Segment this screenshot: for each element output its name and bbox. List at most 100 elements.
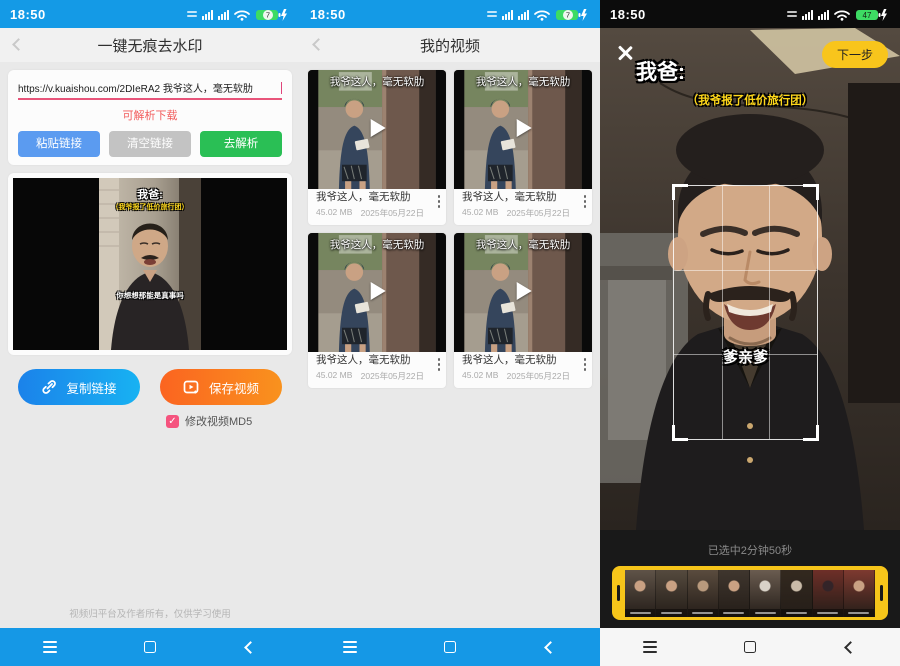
link-icon [41, 379, 57, 395]
crop-frame[interactable]: 爹亲爹 [673, 185, 818, 440]
charging-bolt-icon [281, 9, 287, 21]
video-card[interactable]: 我爷这人，毫无软肋 我爷这人，毫无软肋 45.02 MB 2025年05月22日 [454, 233, 592, 388]
menu-icon [43, 641, 57, 652]
back-arrow-icon [844, 641, 857, 654]
trim-handle-right[interactable] [880, 585, 883, 601]
timeline-frames [625, 570, 875, 617]
selected-duration-label: 已选中2分钟50秒 [600, 530, 900, 558]
close-icon[interactable] [616, 44, 634, 62]
nav-back-button[interactable] [500, 643, 600, 652]
nav-back-button[interactable] [200, 643, 300, 652]
page-title: 我的视频 [420, 35, 480, 56]
nav-menu-button[interactable] [0, 641, 100, 652]
app-header: 一键无痕去水印 [0, 28, 300, 62]
video-info: 我爷这人，毫无软肋 45.02 MB 2025年05月22日 [454, 186, 592, 225]
frame-caption-bar [844, 609, 874, 617]
more-options-icon[interactable] [438, 358, 441, 371]
video-preview-card: 我爸: （我爷报了低价旅行团） 你想想那能是真事吗 [8, 173, 292, 355]
timeline-frame[interactable] [844, 570, 875, 617]
signal2-icon [218, 10, 229, 20]
crop-corner-handle[interactable] [803, 184, 819, 200]
play-icon[interactable] [517, 119, 532, 137]
back-icon[interactable] [12, 38, 25, 51]
nav-home-button[interactable] [400, 641, 500, 653]
status-icons: 7 [202, 7, 290, 22]
parse-hint: 可解析下载 [18, 107, 282, 123]
status-bar: 18:50 [0, 0, 300, 28]
crop-corner-handle[interactable] [672, 184, 688, 200]
trim-handle-left[interactable] [617, 585, 620, 601]
video-save-icon [183, 379, 200, 396]
crop-corner-handle[interactable] [803, 425, 819, 441]
frame-caption-bar [750, 609, 780, 617]
video-card[interactable]: 我爷这人，毫无软肋 我爷这人，毫无软肋 45.02 MB 2025年05月22日 [454, 70, 592, 225]
more-options-icon[interactable] [438, 195, 441, 208]
video-size: 45.02 MB [462, 370, 498, 382]
md5-label: 修改视频MD5 [185, 413, 252, 429]
video-grid: 我爷这人，毫无软肋 我爷这人，毫无软肋 45.02 MB 2025年05月22日 [300, 62, 600, 396]
nav-back-button[interactable] [800, 643, 900, 652]
video-card[interactable]: 我爷这人，毫无软肋 我爷这人，毫无软肋 45.02 MB 2025年05月22日 [308, 233, 446, 388]
url-input[interactable]: https://v.kuaishou.com/2DIeRA2 我爷这人，毫无软肋 [18, 80, 282, 100]
timeline-frame[interactable] [813, 570, 844, 617]
video-caption-title: 我爸: [636, 56, 685, 86]
timeline-trimmer[interactable] [612, 566, 888, 620]
clock: 18:50 [610, 7, 646, 22]
video-preview[interactable]: 我爸: （我爷报了低价旅行团） 你想想那能是真事吗 [13, 178, 287, 350]
clock: 18:50 [10, 7, 46, 22]
timeline-frame[interactable] [781, 570, 812, 617]
play-icon[interactable] [371, 282, 386, 300]
video-thumbnail[interactable]: 我爷这人，毫无软肋 [308, 70, 446, 186]
nav-home-button[interactable] [100, 641, 200, 653]
paste-link-button[interactable]: 粘贴链接 [18, 131, 100, 157]
android-navbar [600, 628, 900, 666]
timeline-frame[interactable] [688, 570, 719, 617]
signal-icon [202, 10, 213, 20]
video-info: 我爷这人，毫无软肋 45.02 MB 2025年05月22日 [308, 349, 446, 388]
crop-corner-handle[interactable] [672, 425, 688, 441]
frame-caption-bar [688, 609, 718, 617]
thumbnail-caption: 我爷这人，毫无软肋 [454, 74, 592, 89]
panel-watermark-remover: 18:50 [0, 0, 300, 666]
more-options-icon[interactable] [584, 358, 587, 371]
video-title: 我爷这人，毫无软肋 [462, 354, 584, 367]
clear-link-button[interactable]: 清空链接 [109, 131, 191, 157]
frame-caption-bar [625, 609, 655, 617]
video-title: 我爷这人，毫无软肋 [316, 354, 438, 367]
play-icon[interactable] [517, 282, 532, 300]
editor-timeline-section: 已选中2分钟50秒 [600, 530, 900, 628]
md5-checkbox[interactable]: ✓ [166, 415, 179, 428]
nav-menu-button[interactable] [300, 641, 400, 652]
video-thumbnail[interactable]: 我爷这人，毫无软肋 [454, 70, 592, 186]
video-info: 我爷这人，毫无软肋 45.02 MB 2025年05月22日 [308, 186, 446, 225]
nav-home-button[interactable] [700, 641, 800, 653]
parse-button[interactable]: 去解析 [200, 131, 282, 157]
save-video-button[interactable]: 保存视频 [160, 369, 282, 405]
android-navbar [0, 628, 300, 666]
video-caption-name: 爹亲爹 [674, 346, 817, 367]
svg-text:47: 47 [863, 10, 872, 19]
timeline-frame[interactable] [719, 570, 750, 617]
video-date: 2025年05月22日 [361, 370, 424, 382]
app-root: 18:50 [0, 0, 900, 666]
video-date: 2025年05月22日 [361, 207, 424, 219]
copy-link-button[interactable]: 复制链接 [18, 369, 140, 405]
home-square-icon [744, 641, 756, 653]
video-thumbnail[interactable]: 我爷这人，毫无软肋 [454, 233, 592, 349]
panel-video-editor: 18:50 47 [600, 0, 900, 666]
timeline-frame[interactable] [656, 570, 687, 617]
home-square-icon [444, 641, 456, 653]
status-icons: 47 [802, 7, 890, 22]
back-icon[interactable] [312, 38, 325, 51]
nav-menu-button[interactable] [600, 641, 700, 652]
next-step-button[interactable]: 下一步 [822, 41, 888, 68]
timeline-frame[interactable] [750, 570, 781, 617]
play-icon[interactable] [371, 119, 386, 137]
more-options-icon[interactable] [584, 195, 587, 208]
video-card[interactable]: 我爷这人，毫无软肋 我爷这人，毫无软肋 45.02 MB 2025年05月22日 [308, 70, 446, 225]
back-arrow-icon [544, 641, 557, 654]
video-thumbnail[interactable]: 我爷这人，毫无软肋 [308, 233, 446, 349]
page-title: 一键无痕去水印 [97, 35, 202, 56]
timeline-frame[interactable] [625, 570, 656, 617]
url-input-value[interactable]: https://v.kuaishou.com/2DIeRA2 我爷这人，毫无软肋 [18, 80, 280, 95]
